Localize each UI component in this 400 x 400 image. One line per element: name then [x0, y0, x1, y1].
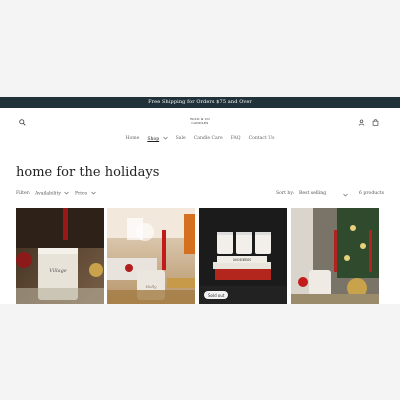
chevron-down-icon — [64, 191, 70, 195]
nav-shop-label: Shop — [147, 136, 160, 142]
chevron-down-icon — [90, 191, 96, 195]
main-nav: Home Shop Sale Candle Care FAQ Contact U… — [0, 136, 400, 148]
product-card[interactable]: Village — [16, 208, 104, 304]
logo-line-2: CANDLES — [191, 121, 209, 125]
price-label: Price — [75, 191, 88, 197]
chevron-down-icon — [343, 193, 348, 197]
chevron-down-icon — [162, 136, 168, 140]
filter-bar: Filter: Availability Price Sort by: Best… — [16, 191, 384, 199]
sort-label: Sort by: — [276, 191, 295, 196]
collection-title: home for the holidays — [16, 165, 160, 180]
svg-text:Holly: Holly — [145, 284, 157, 289]
product-card[interactable] — [291, 208, 379, 304]
product-card[interactable]: Holly — [107, 208, 195, 304]
nav-contact-us[interactable]: Contact Us — [249, 136, 275, 148]
nav-candle-care[interactable]: Candle Care — [194, 136, 223, 148]
site-header: WILD & CO CANDLES — [0, 108, 400, 136]
nav-faq[interactable]: FAQ — [231, 136, 241, 148]
availability-label: Availability — [35, 191, 61, 197]
availability-filter[interactable]: Availability — [35, 191, 70, 197]
price-filter[interactable]: Price — [75, 191, 96, 197]
svg-text:Village: Village — [49, 268, 67, 274]
svg-text:MODERN: MODERN — [233, 258, 251, 262]
product-image: Village — [16, 208, 104, 304]
store-logo[interactable]: WILD & CO CANDLES — [186, 117, 214, 126]
sort-select[interactable]: Best selling — [299, 191, 355, 197]
product-card[interactable]: MODERN Sold out — [199, 208, 287, 304]
product-image: Holly — [107, 208, 195, 304]
filter-label: Filter: — [16, 191, 31, 196]
cart-icon[interactable] — [370, 117, 380, 127]
nav-shop[interactable]: Shop — [147, 136, 168, 148]
announcement-text: Free Shipping for Orders $75 and Over — [148, 99, 252, 105]
store-page: Free Shipping for Orders $75 and Over WI… — [0, 97, 400, 304]
search-icon[interactable] — [17, 117, 27, 127]
announcement-bar: Free Shipping for Orders $75 and Over — [0, 97, 400, 108]
nav-sale[interactable]: Sale — [176, 136, 186, 148]
product-count: 6 products — [359, 191, 384, 196]
sort-value: Best selling — [299, 191, 327, 196]
account-icon[interactable] — [356, 117, 366, 127]
product-grid: Village Holly MODERN Sold out — [16, 208, 384, 304]
sold-out-badge: Sold out — [204, 291, 229, 299]
product-image — [291, 208, 379, 304]
nav-home[interactable]: Home — [125, 136, 139, 148]
product-image: MODERN — [199, 208, 287, 304]
